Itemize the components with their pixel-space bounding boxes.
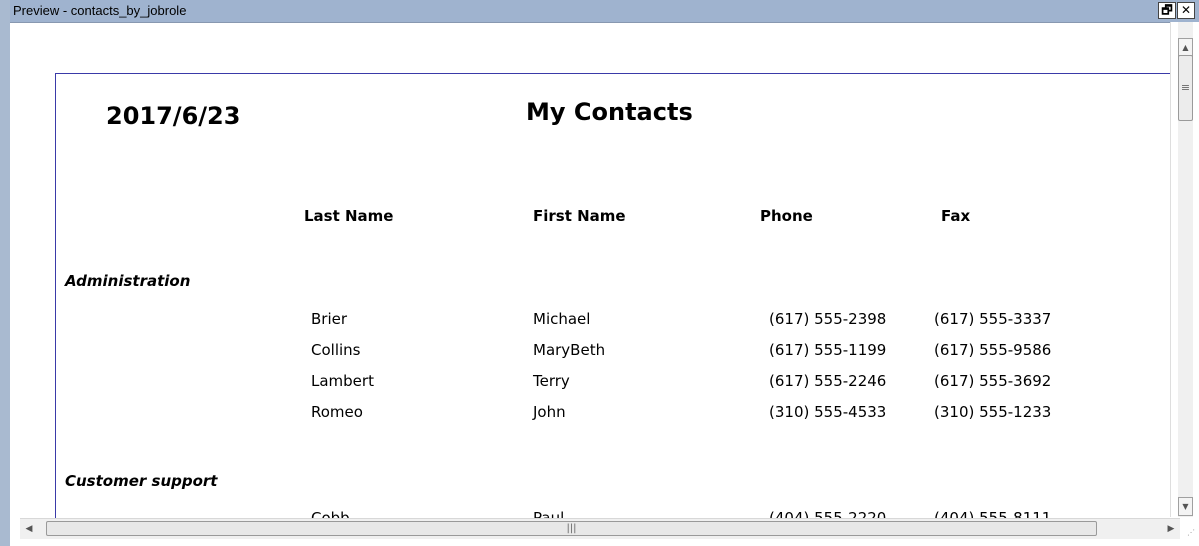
last-name-cell: Lambert — [311, 372, 374, 390]
close-button[interactable]: ✕ — [1177, 2, 1195, 19]
scroll-right-arrow-icon[interactable]: ▶ — [1162, 519, 1180, 539]
report-date: 2017/6/23 — [106, 102, 241, 130]
horizontal-scroll-thumb[interactable]: ||| — [46, 521, 1097, 536]
column-header-fax: Fax — [941, 207, 971, 225]
group-header-administration: Administration — [65, 272, 191, 290]
fax-cell: (617) 555-3692 — [934, 372, 1052, 390]
preview-window: Preview - contacts_by_jobrole 🗗 ✕ 2017/6… — [10, 0, 1199, 546]
scroll-down-arrow-icon[interactable]: ▼ — [1178, 497, 1193, 516]
column-header-last-name: Last Name — [304, 207, 394, 225]
column-header-first-name: First Name — [533, 207, 626, 225]
window-title: Preview - contacts_by_jobrole — [13, 3, 187, 18]
first-name-cell: Terry — [533, 372, 570, 390]
column-header-phone: Phone — [760, 207, 813, 225]
first-name-cell: Michael — [533, 310, 591, 328]
fax-cell: (617) 555-3337 — [934, 310, 1052, 328]
last-name-cell: Romeo — [311, 403, 363, 421]
phone-cell: (617) 555-2246 — [769, 372, 887, 390]
fax-cell: (310) 555-1233 — [934, 403, 1052, 421]
title-bar: Preview - contacts_by_jobrole 🗗 ✕ — [10, 0, 1199, 23]
vertical-scroll-thumb[interactable]: ≡ — [1178, 55, 1193, 121]
first-name-cell: MaryBeth — [533, 341, 606, 359]
vertical-scrollbar[interactable]: ▲ ≡ ▼ — [1170, 22, 1199, 517]
last-name-cell: Collins — [311, 341, 361, 359]
last-name-cell: Brier — [311, 310, 348, 328]
restore-button[interactable]: 🗗 — [1158, 2, 1176, 19]
phone-cell: (617) 555-2398 — [769, 310, 887, 328]
window-left-edge — [0, 0, 10, 546]
group-header-customer-support: Customer support — [65, 472, 218, 490]
phone-cell: (617) 555-1199 — [769, 341, 887, 359]
scroll-left-arrow-icon[interactable]: ◀ — [20, 519, 38, 539]
phone-cell: (310) 555-4533 — [769, 403, 887, 421]
horizontal-scrollbar[interactable]: ◀ ||| ▶ — [20, 518, 1180, 539]
first-name-cell: John — [533, 403, 566, 421]
fax-cell: (617) 555-9586 — [934, 341, 1052, 359]
report-page: 2017/6/23 My Contacts Last Name First Na… — [55, 73, 1171, 519]
report-title: My Contacts — [526, 98, 693, 126]
resize-grip-icon[interactable]: ⋰ — [1187, 528, 1197, 538]
